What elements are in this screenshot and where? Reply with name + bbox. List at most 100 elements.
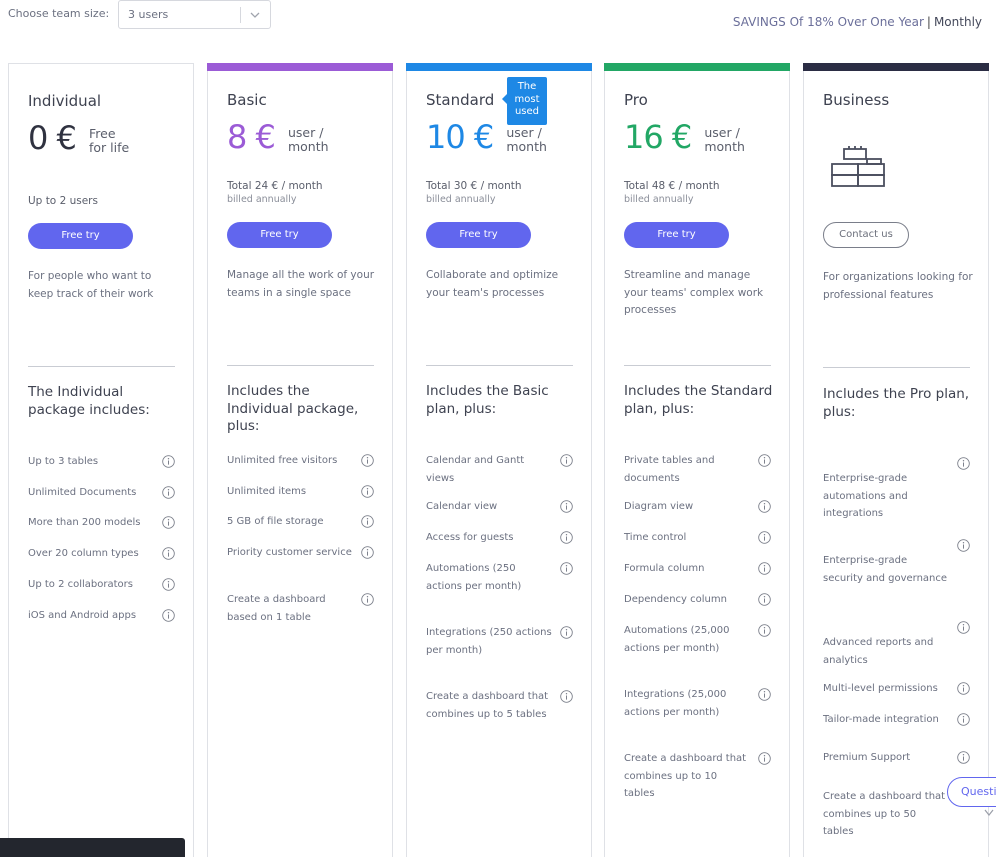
price-line-1: Free [88,126,116,141]
info-icon[interactable] [758,562,771,575]
contact-us-button[interactable]: Contact us [823,222,909,248]
feature-text: Create a dashboard that combines up to 1… [624,753,747,799]
info-icon[interactable] [560,500,573,513]
plan-name: Pro [624,91,648,109]
plan-description: Collaborate and optimize your team's pro… [426,269,559,299]
info-icon[interactable] [162,455,175,468]
accent-stripe [803,63,989,71]
billing-note: billed annually [227,194,297,205]
top-bar: Choose team size: 3 users SAVINGS Of 18%… [0,0,996,50]
info-icon[interactable] [957,539,970,552]
feature-text: Access for guests [426,532,514,543]
plan-description: Streamline and manage your teams' comple… [624,269,764,316]
free-try-button[interactable]: Free try [426,222,531,248]
info-icon[interactable] [957,682,970,695]
accent-stripe [604,63,790,71]
info-icon[interactable] [758,752,771,765]
divider [227,365,374,366]
billing-note: billed annually [624,194,694,205]
price-line-2: month [704,139,745,154]
includes-heading: Includes the Individual package, plus: [227,383,359,434]
includes-heading: Includes the Basic plan, plus: [426,383,549,417]
info-icon[interactable] [758,624,771,637]
plan-price: 0 € Free for life [28,119,129,159]
plan-description: Manage all the work of your teams in a s… [227,269,375,299]
total-price: Total 30 € / month [426,180,522,192]
feature-text: Time control [624,532,687,543]
feature-text: Unlimited items [227,486,307,497]
blocks-icon [831,146,885,187]
select-separator [240,7,241,23]
price-line-2: month [287,139,329,154]
bottom-bar [0,838,185,857]
feature-text: Enterprise-grade automations and integra… [823,473,908,519]
savings-text: SAVINGS Of 18% Over One Year [732,15,924,29]
feature-text: iOS and Android apps [28,610,137,621]
info-icon[interactable] [560,690,573,703]
feature-text: Automations (250 actions per month) [426,563,522,592]
info-icon[interactable] [361,593,374,606]
plan-name: Individual [28,92,102,110]
savings-separator: | [926,15,931,29]
feature-text: Premium Support [823,752,911,763]
info-icon[interactable] [162,486,175,499]
feature-text: Multi-level permissions [823,683,938,694]
divider [426,365,573,366]
plan-users: Up to 2 users [28,195,98,207]
info-icon[interactable] [560,454,573,467]
info-icon[interactable] [162,516,175,529]
feature-text: Automations (25,000 actions per month) [624,625,730,654]
info-icon[interactable] [361,515,374,528]
price-amount: 16 € [624,118,692,156]
info-icon[interactable] [957,457,970,470]
feature-text: Integrations (25,000 actions per month) [624,689,727,718]
plan-name: Standard [426,91,495,109]
info-icon[interactable] [758,593,771,606]
feature-text: Dependency column [624,594,727,605]
feature-text: Create a dashboard based on 1 table [227,594,326,623]
billing-period-toggle[interactable]: Monthly [934,15,982,29]
feature-text: Integrations (250 actions per month) [426,627,552,656]
includes-heading: Includes the Pro plan, plus: [823,386,970,420]
free-try-button[interactable]: Free try [624,222,729,248]
info-icon[interactable] [560,531,573,544]
feature-text: Over 20 column types [28,548,139,559]
price-line-2: month [506,139,547,154]
price-amount: 10 € [426,118,494,156]
price-unit: user / month [704,126,745,154]
info-icon[interactable] [758,688,771,701]
info-icon[interactable] [361,454,374,467]
info-icon[interactable] [957,621,970,634]
info-icon[interactable] [758,500,771,513]
info-icon[interactable] [560,626,573,639]
info-icon[interactable] [957,713,970,726]
feature-text: Formula column [624,563,705,574]
plan-price: 8 € user / month [227,118,329,158]
team-size-select[interactable]: 3 users [118,0,271,29]
plan-card-business: Business Contact us For organizations lo… [803,63,989,857]
free-try-button[interactable]: Free try [28,223,133,249]
info-icon[interactable] [957,751,970,764]
feature-text: Unlimited free visitors [227,455,338,466]
info-icon[interactable] [560,562,573,575]
feature-text: Tailor-made integration [823,714,939,725]
info-icon[interactable] [361,546,374,559]
info-icon[interactable] [162,609,175,622]
info-icon[interactable] [361,485,374,498]
info-icon[interactable] [162,578,175,591]
feature-text: Advanced reports and analytics [823,637,934,666]
price-line-1: user / [287,125,324,140]
divider [624,365,771,366]
plan-card-individual: Individual 0 € Free for life Up to 2 user… [8,63,194,857]
info-icon[interactable] [758,531,771,544]
feature-text: Enterprise-grade security and governance [823,555,948,584]
plan-price: 10 € user / month [426,118,547,158]
questions-button[interactable]: Questions [947,777,996,807]
feature-text: Up to 3 tables [28,456,99,467]
plan-name: Business [823,91,890,109]
includes-heading: The Individual package includes: [28,384,150,418]
info-icon[interactable] [758,454,771,467]
info-icon[interactable] [162,547,175,560]
price-unit: Free for life [89,127,129,155]
free-try-button[interactable]: Free try [227,222,332,248]
